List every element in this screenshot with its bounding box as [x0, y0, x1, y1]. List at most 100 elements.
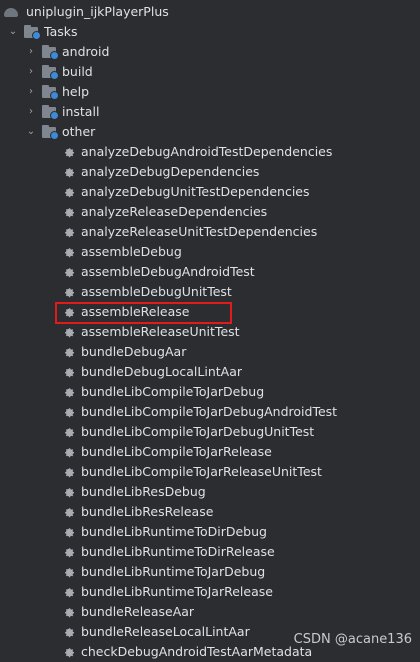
task-item[interactable]: bundleLibCompileToJarDebug	[62, 382, 264, 402]
chevron-right-icon[interactable]: ›	[26, 102, 36, 122]
tasks-label: Tasks	[44, 24, 78, 39]
chevron-right-icon[interactable]: ›	[26, 82, 36, 102]
group-item-android[interactable]: › android	[26, 42, 109, 62]
gradle-elephant-icon	[4, 5, 20, 19]
task-item[interactable]: bundleLibCompileToJarDebugAndroidTest	[62, 402, 337, 422]
gear-icon	[62, 645, 76, 659]
group-item-install[interactable]: › install	[26, 102, 99, 122]
project-name: uniplugin_ijkPlayerPlus	[26, 4, 169, 19]
folder-gear-icon	[42, 105, 59, 120]
group-item-other[interactable]: ⌄ other	[26, 122, 95, 142]
task-item[interactable]: bundleLibCompileToJarDebugUnitTest	[62, 422, 314, 442]
task-label: analyzeReleaseUnitTestDependencies	[81, 224, 318, 239]
group-label: android	[62, 44, 110, 59]
task-item[interactable]: bundleLibRuntimeToJarRelease	[62, 582, 273, 602]
task-label: analyzeDebugDependencies	[81, 164, 260, 179]
task-label: bundleDebugAar	[81, 344, 187, 359]
group-label: install	[62, 104, 100, 119]
task-item[interactable]: bundleReleaseAar	[62, 602, 194, 622]
task-label: bundleLibCompileToJarDebugAndroidTest	[81, 404, 338, 419]
task-item[interactable]: assembleReleaseUnitTest	[62, 322, 240, 342]
gear-icon	[62, 425, 76, 439]
watermark: CSDN @acane136	[293, 632, 412, 647]
project-root-item[interactable]: uniplugin_ijkPlayerPlus	[4, 2, 169, 22]
gear-icon	[62, 145, 76, 159]
gear-icon	[62, 625, 76, 639]
gear-icon	[62, 245, 76, 259]
selection-highlight-box	[55, 302, 232, 324]
task-item[interactable]: analyzeReleaseDependencies	[62, 202, 267, 222]
task-label: assembleDebug	[81, 244, 182, 259]
task-label: bundleLibCompileToJarReleaseUnitTest	[81, 464, 322, 479]
folder-gear-icon	[42, 85, 59, 100]
gear-icon	[62, 585, 76, 599]
gear-icon	[62, 485, 76, 499]
group-item-help[interactable]: › help	[26, 82, 89, 102]
tasks-root-item[interactable]: ⌄ Tasks	[8, 22, 78, 42]
task-item[interactable]: bundleDebugAar	[62, 342, 186, 362]
task-item[interactable]: bundleDebugLocalLintAar	[62, 362, 242, 382]
group-item-build[interactable]: › build	[26, 62, 93, 82]
task-item[interactable]: bundleLibCompileToJarRelease	[62, 442, 272, 462]
task-label: bundleLibCompileToJarDebug	[81, 384, 265, 399]
gear-icon	[62, 445, 76, 459]
task-item[interactable]: bundleLibRuntimeToDirDebug	[62, 522, 267, 542]
task-item[interactable]: bundleLibResRelease	[62, 502, 213, 522]
task-label: assembleDebugAndroidTest	[81, 264, 255, 279]
gear-icon	[62, 225, 76, 239]
gear-icon	[62, 325, 76, 339]
task-label: assembleReleaseUnitTest	[81, 324, 240, 339]
gear-icon	[62, 165, 76, 179]
task-label: bundleLibRuntimeToJarRelease	[81, 584, 273, 599]
gear-icon	[62, 185, 76, 199]
task-label: bundleLibCompileToJarDebugUnitTest	[81, 424, 315, 439]
task-label: analyzeReleaseDependencies	[81, 204, 268, 219]
gear-icon	[62, 605, 76, 619]
task-item[interactable]: bundleLibResDebug	[62, 482, 206, 502]
task-label: assembleDebugUnitTest	[81, 284, 232, 299]
group-label: help	[62, 84, 90, 99]
task-item[interactable]: bundleReleaseLocalLintAar	[62, 622, 250, 642]
folder-gear-icon	[24, 25, 41, 40]
gear-icon	[62, 505, 76, 519]
gear-icon	[62, 405, 76, 419]
gear-icon	[62, 385, 76, 399]
group-label: other	[62, 124, 96, 139]
gear-icon	[62, 205, 76, 219]
task-item[interactable]: assembleDebugAndroidTest	[62, 262, 255, 282]
chevron-down-icon[interactable]: ⌄	[26, 122, 36, 142]
gear-icon	[62, 285, 76, 299]
folder-gear-icon	[42, 125, 59, 140]
task-label: analyzeDebugUnitTestDependencies	[81, 184, 310, 199]
gear-icon	[62, 565, 76, 579]
task-item[interactable]: analyzeDebugDependencies	[62, 162, 259, 182]
task-label: bundleLibResDebug	[81, 484, 206, 499]
gear-icon	[62, 545, 76, 559]
task-label: analyzeDebugAndroidTestDependencies	[81, 144, 333, 159]
gear-icon	[62, 265, 76, 279]
gear-icon	[62, 345, 76, 359]
folder-gear-icon	[42, 65, 59, 80]
chevron-right-icon[interactable]: ›	[26, 62, 36, 82]
chevron-down-icon[interactable]: ⌄	[8, 22, 18, 42]
task-item[interactable]: bundleLibRuntimeToDirRelease	[62, 542, 275, 562]
task-item[interactable]: bundleLibRuntimeToJarDebug	[62, 562, 265, 582]
task-item[interactable]: assembleDebug	[62, 242, 182, 262]
task-label: bundleLibResRelease	[81, 504, 214, 519]
gear-icon	[62, 525, 76, 539]
chevron-right-icon[interactable]: ›	[26, 42, 36, 62]
task-label: checkDebugAndroidTestAarMetadata	[81, 644, 313, 659]
task-item[interactable]: analyzeDebugUnitTestDependencies	[62, 182, 310, 202]
task-label: bundleLibRuntimeToDirDebug	[81, 524, 267, 539]
task-label: bundleLibCompileToJarRelease	[81, 444, 272, 459]
gear-icon	[62, 465, 76, 479]
task-item[interactable]: bundleLibCompileToJarReleaseUnitTest	[62, 462, 322, 482]
task-item[interactable]: checkDebugAndroidTestAarMetadata	[62, 642, 312, 662]
folder-gear-icon	[42, 45, 59, 60]
task-item[interactable]: analyzeDebugAndroidTestDependencies	[62, 142, 332, 162]
task-item[interactable]: assembleDebugUnitTest	[62, 282, 232, 302]
task-label: bundleLibRuntimeToJarDebug	[81, 564, 266, 579]
task-label: bundleLibRuntimeToDirRelease	[81, 544, 275, 559]
task-item[interactable]: analyzeReleaseUnitTestDependencies	[62, 222, 317, 242]
task-label: bundleReleaseLocalLintAar	[81, 624, 250, 639]
